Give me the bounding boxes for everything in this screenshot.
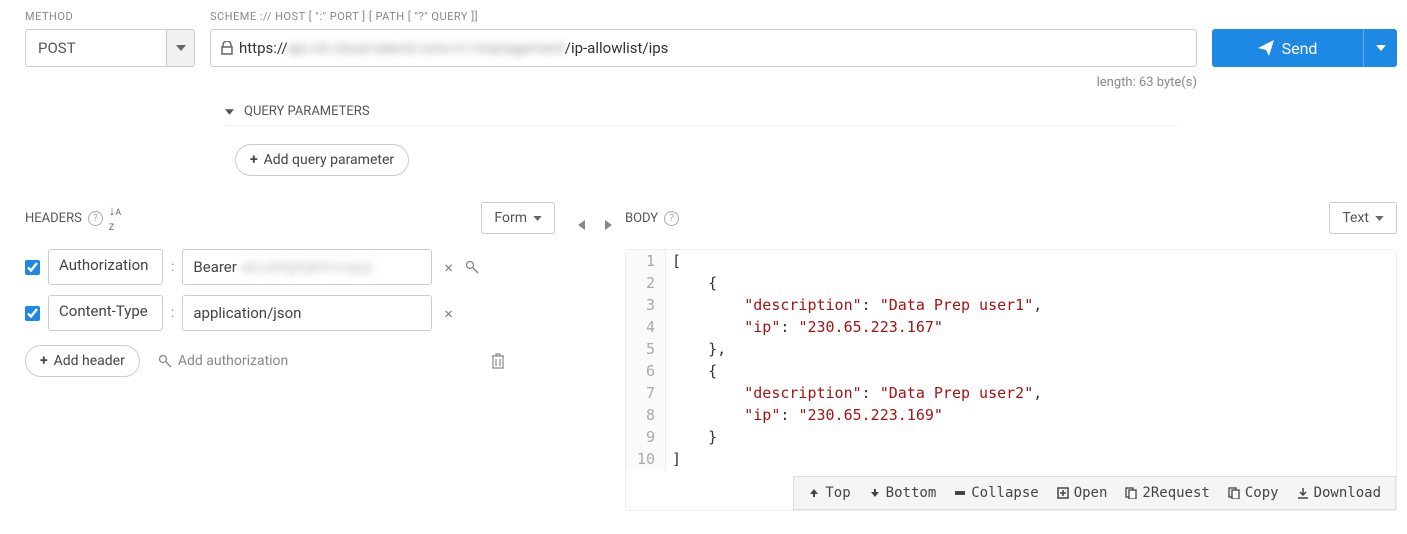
code-content: { (666, 272, 1396, 294)
add-query-param-button[interactable]: + Add query parameter (235, 144, 409, 176)
add-header-label: Add header (54, 353, 125, 369)
code-content: "ip": "230.65.223.167" (666, 316, 1396, 338)
caret-down-icon (166, 30, 194, 66)
code-content: ] (666, 448, 1396, 470)
send-button[interactable]: Send (1212, 29, 1397, 67)
code-line: 2 { (626, 272, 1396, 294)
scheme-label: SCHEME :// HOST [ ":" PORT ] [ PATH [ "?… (210, 10, 1197, 23)
lock-icon (221, 41, 233, 55)
magnifier-icon[interactable] (465, 260, 479, 274)
method-label: METHOD (25, 10, 195, 23)
code-content: "ip": "230.65.223.169" (666, 404, 1396, 426)
add-qp-label: Add query parameter (264, 152, 394, 168)
send-caret[interactable] (1363, 29, 1397, 67)
code-line: 9 } (626, 426, 1396, 448)
form-label: Form (494, 210, 527, 226)
code-line: 5 }, (626, 338, 1396, 360)
code-content: [ (666, 250, 1396, 272)
code-content: "description": "Data Prep user1", (666, 294, 1396, 316)
code-line: 10] (626, 448, 1396, 470)
body-label: BODY (625, 211, 658, 226)
send-spacer (1212, 10, 1397, 23)
code-line: 3 "description": "Data Prep user1", (626, 294, 1396, 316)
add-authorization-button[interactable]: Add authorization (158, 353, 288, 369)
method-select[interactable]: POST (25, 29, 195, 67)
code-line: 1[ (626, 250, 1396, 272)
line-number: 5 (626, 338, 666, 360)
url-length: length: 63 byte(s) (210, 75, 1197, 90)
add-auth-label: Add authorization (178, 353, 288, 369)
line-number: 4 (626, 316, 666, 338)
colon: : (171, 305, 174, 321)
line-number: 3 (626, 294, 666, 316)
open-button[interactable]: Open (1057, 485, 1108, 501)
headers-format-select[interactable]: Form (481, 202, 555, 234)
paper-plane-icon (1258, 40, 1274, 56)
line-number: 6 (626, 360, 666, 382)
code-content: "description": "Data Prep user2", (666, 382, 1396, 404)
line-number: 2 (626, 272, 666, 294)
code-line: 7 "description": "Data Prep user2", (626, 382, 1396, 404)
header-enabled-checkbox[interactable] (25, 306, 40, 321)
line-number: 1 (626, 250, 666, 272)
query-params-toggle[interactable]: QUERY PARAMETERS (225, 98, 1177, 126)
code-content: }, (666, 338, 1396, 360)
body-toolbar: Top Bottom Collapse Open 2Request Copy D… (793, 476, 1396, 510)
code-content: } (666, 426, 1396, 448)
remove-header-icon[interactable]: × (440, 258, 457, 277)
caret-down-icon (225, 109, 234, 115)
header-enabled-checkbox[interactable] (25, 260, 40, 275)
url-input[interactable]: https://api.int.cloud.talend.com/v1/mana… (210, 29, 1197, 67)
header-name-input[interactable]: Content-Type (48, 295, 163, 331)
plus-icon: + (40, 353, 48, 369)
plus-icon: + (250, 152, 258, 168)
download-button[interactable]: Download (1297, 485, 1381, 501)
add-header-button[interactable]: + Add header (25, 345, 140, 377)
headers-label: HEADERS (25, 211, 82, 226)
wand-icon (158, 354, 172, 368)
header-value-input[interactable]: application/json (182, 295, 432, 331)
url-text: https://api.int.cloud.talend.com/v1/mana… (239, 39, 668, 57)
method-value: POST (26, 30, 166, 66)
collapse-right-icon[interactable] (605, 220, 612, 230)
top-button[interactable]: Top (808, 485, 850, 501)
code-content: { (666, 360, 1396, 382)
header-row: Authorization: Bearer abcdefghijklmnopqr × (25, 249, 555, 285)
bottom-button[interactable]: Bottom (869, 485, 937, 501)
copy-button[interactable]: Copy (1228, 485, 1279, 501)
collapse-left-icon[interactable] (578, 220, 585, 230)
line-number: 9 (626, 426, 666, 448)
header-row: Content-Type: application/json × (25, 295, 555, 331)
line-number: 10 (626, 448, 666, 470)
header-value-input[interactable]: Bearer abcdefghijklmnopqr (182, 249, 432, 285)
header-name-input[interactable]: Authorization (48, 249, 163, 285)
help-icon[interactable]: ? (664, 211, 679, 226)
body-format-select[interactable]: Text (1329, 202, 1397, 234)
help-icon[interactable]: ? (88, 211, 103, 226)
colon: : (171, 259, 174, 275)
text-label: Text (1342, 210, 1369, 226)
code-line: 4 "ip": "230.65.223.167" (626, 316, 1396, 338)
line-number: 8 (626, 404, 666, 426)
collapse-button[interactable]: Collapse (954, 485, 1038, 501)
query-params-label: QUERY PARAMETERS (244, 104, 370, 119)
code-line: 8 "ip": "230.65.223.169" (626, 404, 1396, 426)
code-line: 6 { (626, 360, 1396, 382)
send-label: Send (1282, 39, 1318, 58)
remove-header-icon[interactable]: × (440, 304, 457, 323)
trash-icon[interactable] (491, 353, 505, 369)
2request-button[interactable]: 2Request (1125, 485, 1209, 501)
sort-icon[interactable]: ↓AZ (109, 203, 121, 234)
body-editor[interactable]: 1[2 {3 "description": "Data Prep user1",… (625, 249, 1397, 511)
line-number: 7 (626, 382, 666, 404)
